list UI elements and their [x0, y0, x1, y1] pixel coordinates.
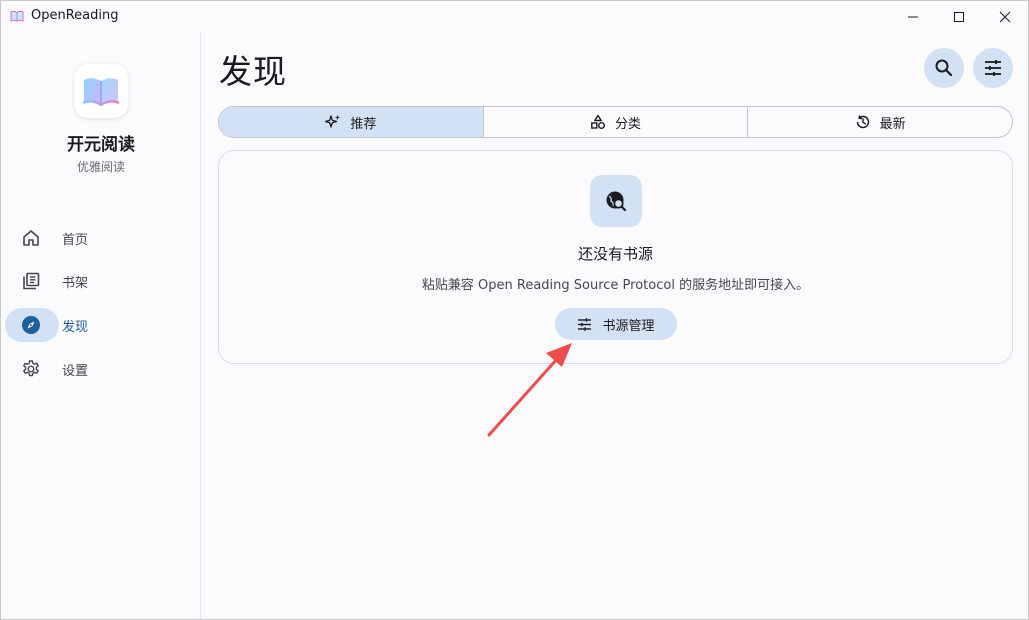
empty-state-card: 还没有书源 粘贴兼容 Open Reading Source Protocol … [218, 150, 1013, 364]
history-icon [856, 115, 869, 129]
book-logo-icon [82, 78, 120, 107]
tab-label: 最新 [879, 116, 906, 132]
filter-settings-button[interactable] [973, 48, 1013, 88]
tune-icon [578, 317, 592, 331]
sidebar-item-label: 首页 [62, 233, 89, 248]
category-icon [591, 114, 605, 129]
sidebar-item-bookshelf[interactable]: 书架 [5, 264, 189, 298]
search-icon [935, 59, 953, 77]
empty-state-title: 还没有书源 [577, 245, 653, 263]
library-icon [23, 272, 40, 290]
sidebar-item-label: 书架 [62, 276, 89, 291]
app-logo [74, 64, 128, 118]
sidebar-item-settings[interactable]: 设置 [5, 352, 189, 386]
empty-state-description: 粘贴兼容 Open Reading Source Protocol 的服务地址即… [421, 278, 810, 293]
sparkle-icon [325, 115, 341, 128]
sidebar-item-home[interactable]: 首页 [5, 221, 189, 255]
title-bar: OpenReading [1, 1, 1028, 32]
sidebar-item-discover[interactable]: 发现 [5, 308, 189, 342]
tab-category[interactable]: 分类 [484, 107, 749, 137]
window-title: OpenReading [31, 8, 119, 23]
discover-tabs: 推荐 分类 最新 [218, 106, 1013, 138]
tune-icon [985, 60, 1001, 76]
maximize-button[interactable] [936, 1, 982, 32]
sidebar-item-label: 设置 [62, 364, 89, 379]
maximize-icon [954, 11, 964, 22]
gear-icon [23, 360, 39, 377]
tab-recommend[interactable]: 推荐 [219, 107, 484, 137]
home-icon [23, 230, 39, 246]
sidebar: 开元阅读 优雅阅读 首页 书架 发现 设置 [1, 32, 201, 619]
empty-state-badge [590, 175, 642, 227]
search-button[interactable] [924, 48, 964, 88]
sidebar-item-label: 发现 [62, 320, 89, 335]
minimize-button[interactable] [890, 1, 936, 32]
close-icon [999, 11, 1011, 22]
app-subtitle: 优雅阅读 [76, 160, 125, 174]
page-title: 发现 [219, 52, 287, 91]
tab-label: 分类 [615, 116, 642, 132]
app-window: OpenReading 开元阅读 优雅阅读 首页 书架 发现 设置 发现 推荐 … [0, 0, 1029, 620]
close-button[interactable] [982, 1, 1028, 32]
app-book-icon [10, 10, 24, 22]
tab-label: 推荐 [350, 116, 377, 132]
travel-explore-icon [606, 191, 627, 212]
minimize-icon [908, 16, 918, 17]
source-manage-label: 书源管理 [602, 318, 655, 334]
tab-latest[interactable]: 最新 [748, 107, 1012, 137]
app-name: 开元阅读 [67, 135, 135, 155]
compass-icon [22, 316, 40, 334]
source-manage-button[interactable]: 书源管理 [555, 308, 677, 340]
